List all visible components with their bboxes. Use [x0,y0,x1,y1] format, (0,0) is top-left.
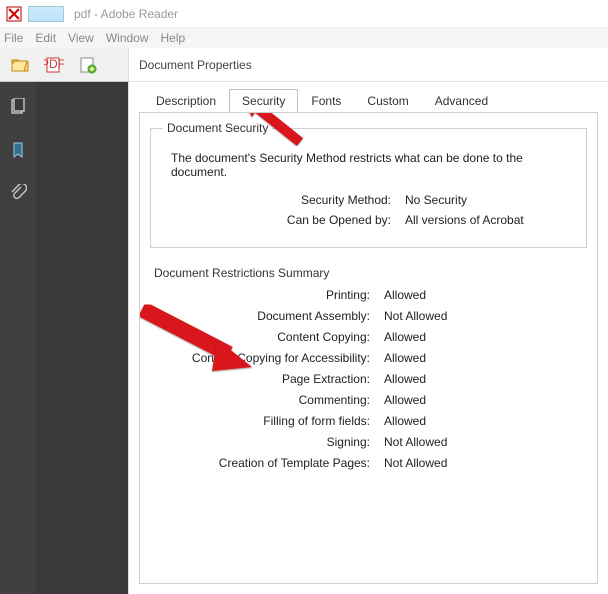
opened-by-label: Can be Opened by: [171,213,391,227]
restrictions-list: Printing: Allowed Document Assembly: Not Al… [150,288,587,470]
pages-panel-icon[interactable] [9,98,27,119]
open-file-button[interactable] [6,52,34,78]
restriction-value: Not Allowed [384,309,447,323]
security-help-text: The document's Security Method restricts… [171,151,574,179]
menu-bar: File Edit View Window Help [0,28,608,48]
tab-advanced[interactable]: Advanced [422,89,501,113]
security-method-value: No Security [405,193,467,207]
restriction-label: Content Copying for Accessibility: [150,351,370,365]
menu-view[interactable]: View [68,31,94,45]
security-method-label: Security Method: [171,193,391,207]
save-pdf-button[interactable]: PDF [40,52,68,78]
dialog-tabs: Description Security Fonts Custom Advanc… [129,82,608,112]
restriction-row: Document Assembly: Not Allowed [150,309,587,323]
create-pdf-button[interactable] [74,52,102,78]
restriction-value: Allowed [384,351,426,365]
document-thumbnail [28,6,64,22]
restriction-label: Content Copying: [150,330,370,344]
menu-window[interactable]: Window [106,31,149,45]
tab-security[interactable]: Security [229,89,298,113]
document-background [36,82,128,594]
restriction-row: Content Copying for Accessibility: Allowe… [150,351,587,365]
restriction-label: Filling of form fields: [150,414,370,428]
restriction-label: Commenting: [150,393,370,407]
restriction-row: Filling of form fields: Allowed [150,414,587,428]
restriction-row: Printing: Allowed [150,288,587,302]
menu-edit[interactable]: Edit [35,31,56,45]
menu-help[interactable]: Help [161,31,186,45]
menu-file[interactable]: File [4,31,23,45]
restriction-label: Signing: [150,435,370,449]
opened-by-value: All versions of Acrobat [405,213,524,227]
navigation-pane [0,82,36,594]
dialog-title: Document Properties [129,48,608,82]
restriction-value: Allowed [384,393,426,407]
restriction-label: Creation of Template Pages: [150,456,370,470]
restriction-row: Signing: Not Allowed [150,435,587,449]
restriction-label: Document Assembly: [150,309,370,323]
toolbar: PDF [0,48,128,82]
restrictions-heading: Document Restrictions Summary [154,266,587,280]
restriction-value: Allowed [384,372,426,386]
restriction-row: Commenting: Allowed [150,393,587,407]
restriction-value: Not Allowed [384,456,447,470]
tab-description[interactable]: Description [143,89,229,113]
document-security-group: Document Security The document's Securit… [150,121,587,248]
restriction-value: Not Allowed [384,435,447,449]
tab-custom[interactable]: Custom [354,89,421,113]
document-security-legend: Document Security [163,121,272,135]
bookmarks-panel-icon[interactable] [9,141,27,162]
restriction-value: Allowed [384,288,426,302]
restriction-value: Allowed [384,414,426,428]
restriction-row: Content Copying: Allowed [150,330,587,344]
restriction-row: Creation of Template Pages: Not Allowed [150,456,587,470]
restriction-row: Page Extraction: Allowed [150,372,587,386]
restriction-label: Printing: [150,288,370,302]
tab-fonts[interactable]: Fonts [298,89,354,113]
document-properties-dialog: Document Properties Description Security… [128,48,608,594]
restriction-label: Page Extraction: [150,372,370,386]
title-bar: pdf - Adobe Reader [0,0,608,28]
window-title: pdf - Adobe Reader [74,7,178,21]
svg-text:PDF: PDF [44,57,64,71]
tab-panel-security: Document Security The document's Securit… [139,112,598,584]
adobe-reader-icon [6,6,22,22]
attachments-panel-icon[interactable] [9,184,27,205]
restriction-value: Allowed [384,330,426,344]
